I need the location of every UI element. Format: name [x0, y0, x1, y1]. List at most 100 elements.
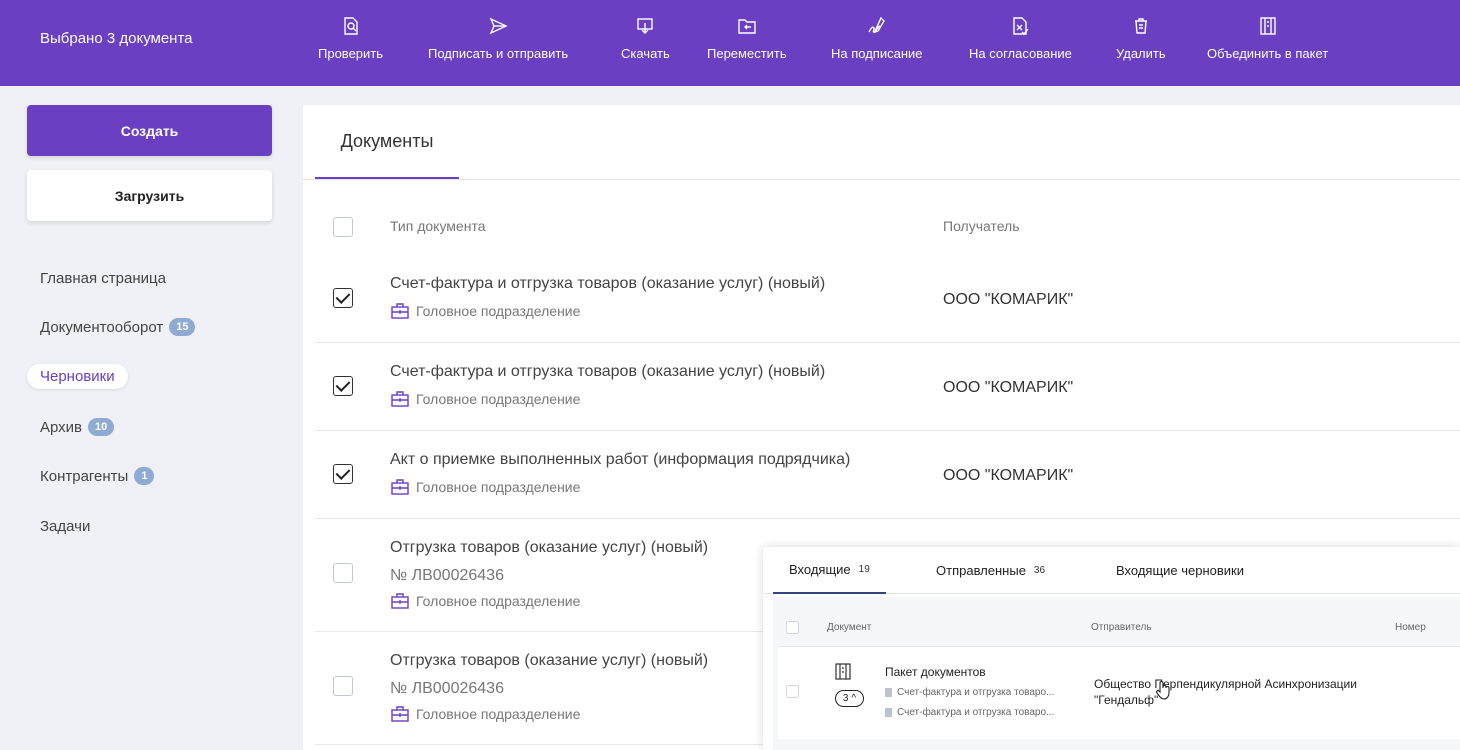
package-item-label: Счет-фактура и отгрузка товаро...: [897, 707, 1055, 718]
sidebar-item-tasks[interactable]: Задачи: [40, 518, 90, 535]
sidebar-item-label: Документооборот: [40, 318, 164, 336]
tab-count: 19: [858, 564, 870, 575]
row-checkbox[interactable]: [786, 685, 799, 698]
sign-and-send-button[interactable]: Подписать и отправить: [428, 16, 568, 76]
table-row[interactable]: 3 ^ Пакет документов Счет-фактура и отгр…: [778, 646, 1460, 739]
column-header-number[interactable]: Номер: [1395, 622, 1426, 633]
inbox-preview-widget: Входящие 19 Отправленные 36 Входящие чер…: [763, 547, 1460, 750]
tab-count: 36: [1033, 565, 1046, 576]
check-label: Проверить: [318, 46, 384, 61]
sidebar-item-label: Главная страница: [40, 270, 166, 287]
column-header-recipient[interactable]: Получатель: [943, 218, 1020, 234]
merge-package-button[interactable]: Объединить в пакет: [1207, 16, 1328, 76]
move-button[interactable]: Переместить: [707, 16, 787, 76]
move-label: Переместить: [707, 46, 787, 61]
document-title[interactable]: Акт о приемке выполненных работ (информа…: [390, 451, 850, 469]
department: Головное подразделение: [390, 478, 580, 496]
table-row[interactable]: Счет-фактура и отгрузка товаров (оказани…: [315, 343, 1460, 431]
document-title[interactable]: Счет-фактура и отгрузка товаров (оказани…: [390, 363, 825, 381]
sender-name: Общество Перпендикулярной Асинхронизации: [1094, 677, 1357, 691]
delete-button[interactable]: Удалить: [1116, 16, 1166, 76]
briefcase-icon: [391, 303, 409, 319]
row-checkbox[interactable]: [333, 464, 353, 484]
move-folder-icon: [738, 19, 756, 34]
sidebar-item-label: Архив: [40, 418, 83, 436]
package-item-label: Счет-фактура и отгрузка товаро...: [897, 687, 1055, 698]
tab-sent[interactable]: Отправленные 36: [936, 547, 1045, 594]
download-button[interactable]: Скачать: [621, 16, 670, 76]
row-checkbox[interactable]: [333, 288, 353, 308]
table-row[interactable]: Счет-фактура и отгрузка товаров (оказани…: [315, 255, 1460, 343]
recipient: ООО "КОМАРИК": [943, 379, 1074, 396]
trash-icon: [1134, 18, 1147, 34]
tab-label: Входящие: [789, 562, 851, 577]
to-signing-button[interactable]: На подписание: [831, 16, 923, 76]
document-number: № ЛВ00026436: [390, 680, 504, 697]
column-header-document[interactable]: Документ: [827, 622, 871, 633]
package-count: 3: [842, 693, 849, 704]
briefcase-icon: [391, 391, 409, 407]
package-item[interactable]: Счет-фактура и отгрузка товаро...: [885, 687, 1054, 698]
sidebar-item-counterparties[interactable]: Контрагенты 1: [40, 467, 155, 485]
document-title[interactable]: Отгрузка товаров (оказание услуг) (новый…: [390, 652, 708, 670]
sign-and-send-label: Подписать и отправить: [428, 46, 569, 61]
create-button[interactable]: Создать: [27, 105, 272, 156]
sidebar-item-archive[interactable]: Архив 10: [40, 418, 115, 436]
sidebar-item-label: Контрагенты: [40, 467, 129, 485]
package-title[interactable]: Пакет документов: [885, 665, 986, 679]
row-checkbox[interactable]: [333, 563, 353, 583]
package-icon: [835, 663, 851, 680]
column-header-sender[interactable]: Отправитель: [1091, 622, 1152, 633]
document-title[interactable]: Отгрузка товаров (оказание услуг) (новый…: [390, 539, 708, 557]
merge-package-label: Объединить в пакет: [1207, 46, 1329, 61]
select-all-checkbox[interactable]: [333, 217, 353, 237]
department: Головное подразделение: [390, 302, 580, 320]
package-count-toggle[interactable]: 3 ^: [835, 690, 864, 707]
upload-button[interactable]: Загрузить: [27, 170, 272, 221]
sidebar-item-drafts[interactable]: Черновики: [27, 364, 128, 389]
inbox-tabs: Входящие 19 Отправленные 36 Входящие чер…: [763, 547, 1460, 594]
row-checkbox[interactable]: [333, 376, 353, 396]
department: Головное подразделение: [390, 592, 580, 610]
document-number: № ЛВ00026436: [390, 567, 504, 584]
download-label: Скачать: [621, 46, 670, 61]
selection-count: Выбрано 3 документа: [40, 30, 193, 47]
department-label: Головное подразделение: [416, 593, 581, 609]
approve-doc-icon: [1013, 17, 1029, 36]
package-icon: [1259, 17, 1276, 35]
check-button[interactable]: Проверить: [318, 16, 383, 76]
to-approval-button[interactable]: На согласование: [969, 16, 1072, 76]
tab-label: Отправленные: [936, 563, 1026, 578]
count-badge: 1: [134, 467, 155, 485]
document-title[interactable]: Счет-фактура и отгрузка товаров (оказани…: [390, 275, 825, 293]
briefcase-icon: [391, 593, 409, 609]
tab-incoming-drafts[interactable]: Входящие черновики: [1116, 547, 1244, 594]
sidebar-item-home[interactable]: Главная страница: [40, 270, 166, 287]
sidebar-item-label: Черновики: [40, 368, 115, 385]
delete-label: Удалить: [1116, 46, 1166, 61]
column-header-type[interactable]: Тип документа: [390, 218, 486, 234]
sender-name-quoted: "Гендальф": [1094, 693, 1159, 707]
signature-icon: [868, 16, 885, 34]
department: Головное подразделение: [390, 705, 580, 723]
tab-divider: [303, 179, 1460, 180]
file-icon: [885, 708, 892, 717]
hand-cursor-icon: [1156, 681, 1170, 700]
briefcase-icon: [391, 479, 409, 495]
select-all-checkbox[interactable]: [786, 621, 799, 634]
recipient: ООО "КОМАРИК": [943, 467, 1074, 484]
download-icon: [637, 18, 654, 34]
table-row[interactable]: Акт о приемке выполненных работ (информа…: [315, 431, 1460, 519]
to-signing-label: На подписание: [831, 46, 923, 61]
package-item[interactable]: Счет-фактура и отгрузка товаро...: [885, 707, 1054, 718]
count-badge: 15: [169, 318, 196, 336]
sidebar-item-document-flow[interactable]: Документооборот 15: [40, 318, 196, 336]
tab-incoming[interactable]: Входящие 19: [773, 547, 886, 594]
recipient: ООО "КОМАРИК": [943, 291, 1074, 308]
tab-documents[interactable]: Документы: [315, 105, 459, 179]
briefcase-icon: [391, 706, 409, 722]
check-doc-icon: [343, 17, 358, 35]
row-checkbox[interactable]: [333, 676, 353, 696]
department-label: Головное подразделение: [416, 479, 581, 495]
count-badge: 10: [88, 418, 115, 436]
